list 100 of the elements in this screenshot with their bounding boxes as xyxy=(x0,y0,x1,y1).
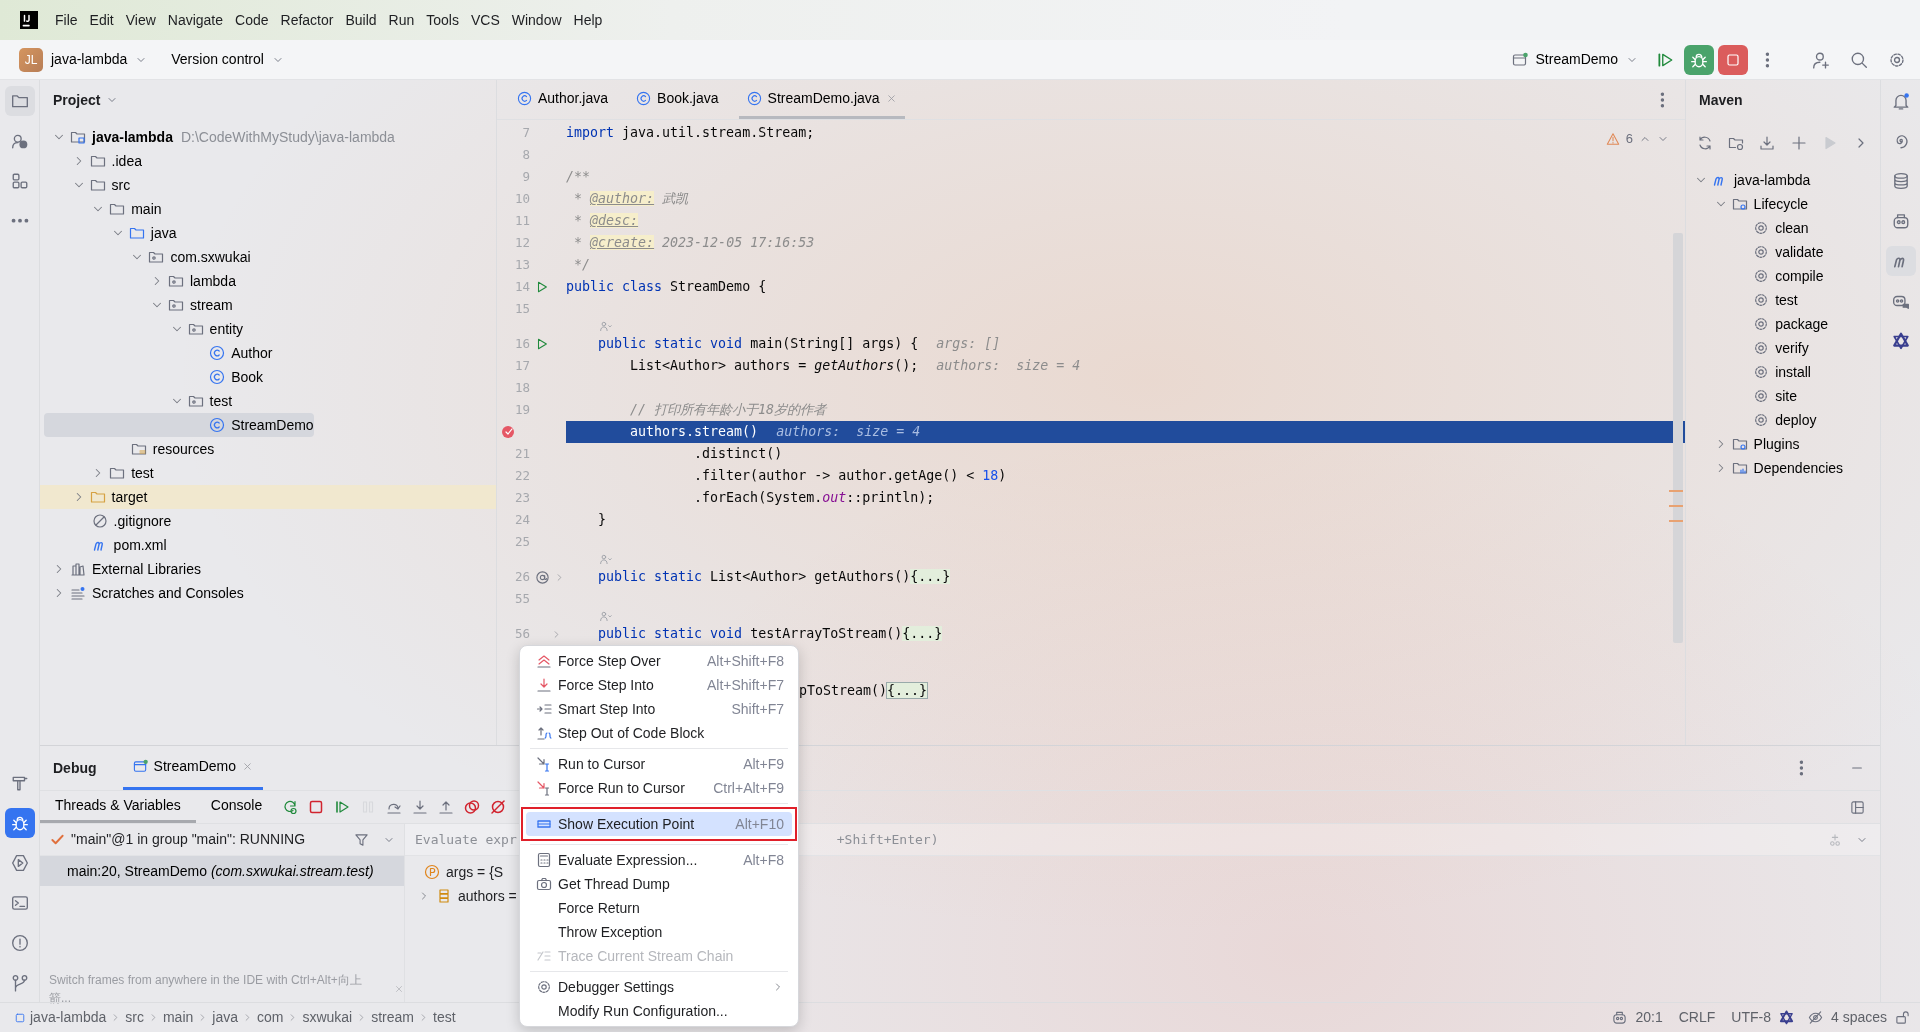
menu-item[interactable]: Step Out of Code Block xyxy=(526,721,792,745)
menu-item[interactable]: Tools xyxy=(420,9,465,31)
menu-item[interactable]: Refactor xyxy=(274,9,340,31)
triangles-icon[interactable] xyxy=(1778,1010,1794,1025)
tree-item[interactable]: StreamDemo xyxy=(44,413,314,437)
breadcrumb-item[interactable]: test xyxy=(429,1007,460,1028)
breadcrumb-item[interactable]: sxwukai xyxy=(298,1007,357,1028)
tree-item[interactable]: test xyxy=(1686,288,1880,312)
breakpoint-icon[interactable] xyxy=(500,424,516,440)
menu-item[interactable]: Code xyxy=(229,9,275,31)
view-tab[interactable]: Threads & Variables xyxy=(40,791,196,823)
session-tab[interactable]: StreamDemo xyxy=(122,746,264,790)
author-hint-icon[interactable] xyxy=(599,320,612,333)
tree-item[interactable]: entity xyxy=(40,317,496,341)
menu-item[interactable]: Run to Cursor Alt+F9 xyxy=(526,752,792,776)
tree-item[interactable]: compile xyxy=(1686,264,1880,288)
menu-item[interactable]: File xyxy=(49,9,84,31)
breadcrumb-item[interactable]: stream xyxy=(367,1007,419,1028)
debug-button[interactable] xyxy=(1684,44,1714,75)
project-widget[interactable]: JL java-lambda xyxy=(15,45,152,74)
folder-icon xyxy=(128,225,145,241)
editor-tab[interactable]: StreamDemo.java xyxy=(738,80,905,119)
menu-item[interactable]: Window xyxy=(505,9,568,31)
menu-item[interactable]: Edit xyxy=(83,9,120,31)
tree-item[interactable]: site xyxy=(1686,384,1880,408)
status-item[interactable]: 20:1 xyxy=(1627,1007,1671,1028)
eye-off-icon[interactable] xyxy=(1807,1010,1823,1025)
version-control-menu[interactable]: Version control xyxy=(167,47,288,72)
menu-item[interactable]: Force Run to Cursor Ctrl+Alt+F9 xyxy=(526,776,792,800)
tree-item[interactable]: validate xyxy=(1686,240,1880,264)
breadcrumb-item[interactable]: java xyxy=(208,1007,242,1028)
tree-item[interactable]: Author xyxy=(40,341,496,365)
editor-tab[interactable]: Author.java xyxy=(509,80,629,119)
tree-item[interactable]: lambda xyxy=(40,269,496,293)
tree-item[interactable]: deploy xyxy=(1686,408,1880,432)
menu-item[interactable]: Build xyxy=(339,9,383,31)
breadcrumb-item[interactable]: java-lambda xyxy=(26,1007,111,1028)
menu-item[interactable]: Modify Run Configuration... xyxy=(526,999,792,1023)
menu-item[interactable]: Force Step Over Alt+Shift+F8 xyxy=(526,649,792,673)
menu-item[interactable]: Force Return xyxy=(526,896,792,920)
menu-item[interactable]: Help xyxy=(567,9,609,31)
menu-item[interactable]: Debugger Settings xyxy=(526,975,792,999)
run-icon[interactable] xyxy=(535,280,549,294)
scrollbar-thumb[interactable] xyxy=(1673,233,1683,643)
maven-tool-button[interactable] xyxy=(1885,246,1916,276)
warning-count[interactable]: 6 xyxy=(1625,129,1633,149)
tree-item[interactable]: Lifecycle xyxy=(1686,192,1880,216)
tree-item[interactable]: java-lambda D:\CodeWithMyStudy\java-lambda xyxy=(40,125,496,149)
tree-item[interactable]: stream xyxy=(40,293,496,317)
menu-item[interactable]: Show Execution Point Alt+F10 xyxy=(526,812,792,836)
breadcrumb-item[interactable]: com xyxy=(253,1007,288,1028)
status-item[interactable]: CRLF xyxy=(1670,1007,1724,1028)
breadcrumb-item[interactable]: main xyxy=(158,1007,198,1028)
stop-button[interactable] xyxy=(1718,44,1748,75)
tree-item[interactable]: .idea xyxy=(40,149,496,173)
tree-item[interactable]: Scratches and Consoles xyxy=(40,581,496,605)
stack-frame[interactable]: main:20, StreamDemo (com.sxwukai.stream.test) xyxy=(40,856,404,886)
author-hint-icon[interactable] xyxy=(599,553,612,566)
tree-item[interactable]: install xyxy=(1686,360,1880,384)
menu-item[interactable]: Navigate xyxy=(161,9,230,31)
tree-item[interactable]: .gitignore xyxy=(40,509,496,533)
status-item[interactable]: UTF-8 xyxy=(1723,1007,1779,1028)
menu-item[interactable]: Run xyxy=(382,9,421,31)
tree-item[interactable]: test xyxy=(40,461,496,485)
tree-item[interactable]: resources xyxy=(40,437,496,461)
menu-item[interactable]: Smart Step Into Shift+F7 xyxy=(526,697,792,721)
menu-item[interactable]: Get Thread Dump xyxy=(526,872,792,896)
author-hint-icon[interactable] xyxy=(599,610,612,623)
menu-item[interactable]: VCS xyxy=(464,9,506,31)
close-icon[interactable] xyxy=(885,92,897,104)
at-sign-icon[interactable] xyxy=(535,569,550,585)
run-icon[interactable] xyxy=(535,337,549,351)
tree-item[interactable]: target xyxy=(40,485,496,509)
project-tool-button[interactable] xyxy=(4,86,35,116)
run-configuration-selector[interactable]: StreamDemo xyxy=(1507,47,1642,72)
tree-item[interactable]: clean xyxy=(1686,216,1880,240)
tree-item[interactable]: com.sxwukai xyxy=(40,245,496,269)
tree-item[interactable]: package xyxy=(1686,312,1880,336)
menu-item[interactable]: Force Step Into Alt+Shift+F7 xyxy=(526,673,792,697)
tree-item[interactable]: main xyxy=(40,197,496,221)
status-item[interactable]: 4 spaces xyxy=(1822,1007,1895,1028)
tree-item[interactable]: verify xyxy=(1686,336,1880,360)
debug-tool-button[interactable] xyxy=(4,808,35,838)
tree-item[interactable]: pom.xml xyxy=(40,533,496,557)
editor-tab[interactable]: Book.java xyxy=(628,80,739,119)
close-icon[interactable] xyxy=(242,761,254,772)
tree-item[interactable]: java-lambda xyxy=(1686,168,1880,192)
menu-item[interactable]: View xyxy=(119,9,162,31)
tree-item[interactable]: src xyxy=(40,173,496,197)
view-tab[interactable]: Console xyxy=(195,791,278,823)
breadcrumb-item[interactable]: src xyxy=(121,1007,148,1028)
tree-item[interactable]: java xyxy=(40,221,496,245)
robot-icon[interactable] xyxy=(1612,1010,1628,1025)
tree-item[interactable]: Plugins xyxy=(1686,432,1880,456)
lock-icon[interactable] xyxy=(1895,1010,1910,1025)
tree-item[interactable]: Dependencies xyxy=(1686,456,1880,480)
tree-item[interactable]: Book xyxy=(40,365,496,389)
tree-item[interactable]: test xyxy=(40,389,496,413)
menu-item[interactable]: Throw Exception xyxy=(526,920,792,944)
tree-item[interactable]: External Libraries xyxy=(40,557,496,581)
